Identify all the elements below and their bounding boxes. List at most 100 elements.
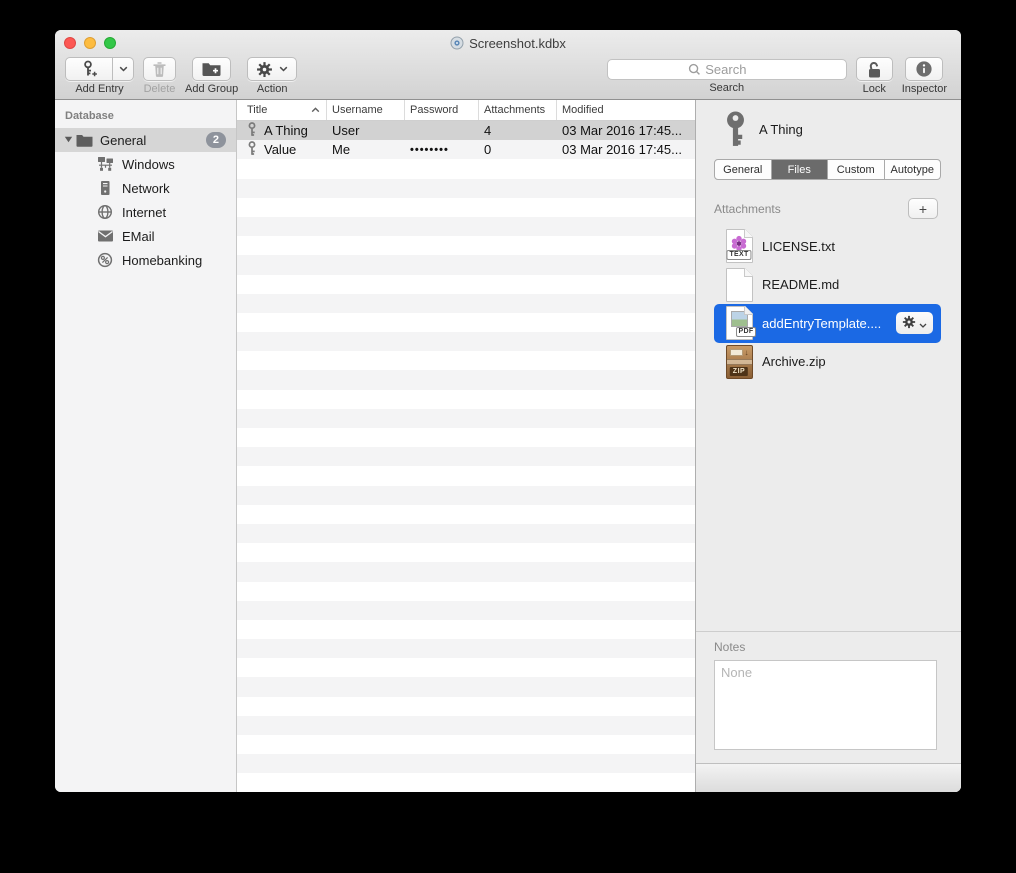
sidebar: Database General2 Windows NetworkInternet E…	[55, 100, 237, 792]
text-file-icon: TEXT	[726, 229, 753, 263]
table-row-empty	[237, 390, 695, 409]
action-button[interactable]	[247, 57, 297, 81]
chevron-down-icon	[279, 66, 288, 72]
lock-open-icon	[865, 60, 884, 79]
table-row-empty	[237, 697, 695, 716]
folder-plus-icon	[201, 61, 222, 77]
disclosure-triangle-icon[interactable]	[64, 135, 74, 145]
titlebar[interactable]: Screenshot.kdbx	[55, 30, 961, 56]
table-row-value[interactable]: ValueMe••••••••003 Mar 2016 17:45...	[237, 140, 695, 159]
table-row-empty	[237, 620, 695, 639]
table-row-empty	[237, 294, 695, 313]
gear-icon	[256, 61, 273, 78]
sidebar-item-network[interactable]: Network	[55, 176, 236, 200]
add-group-button[interactable]	[192, 57, 231, 81]
cell-attachments: 0	[479, 142, 557, 157]
sidebar-item-windows[interactable]: Windows	[55, 152, 236, 176]
add-entry-label: Add Entry	[75, 83, 123, 95]
cell-title: A Thing	[264, 123, 308, 138]
table-row-empty	[237, 716, 695, 735]
add-attachment-button[interactable]: +	[908, 198, 938, 219]
search-field[interactable]	[607, 59, 847, 80]
app-window: Screenshot.kdbx Add Entry	[55, 30, 961, 792]
cell-modified: 03 Mar 2016 17:45...	[557, 142, 695, 157]
attachment-item-archive-zip[interactable]: ↓ZIPArchive.zip	[714, 343, 941, 382]
sidebar-item-internet[interactable]: Internet	[55, 200, 236, 224]
inspector-panel: A Thing GeneralFilesCustomAutotype Attac…	[696, 100, 961, 792]
table-row-empty	[237, 486, 695, 505]
attachment-item-addentrytemplate-[interactable]: PDF addEntryTemplate....	[714, 304, 941, 343]
table-row-empty	[237, 639, 695, 658]
pdf-file-icon: PDF	[726, 306, 753, 340]
tab-general[interactable]: General	[715, 160, 772, 179]
table-row-empty	[237, 428, 695, 447]
table-row-empty	[237, 754, 695, 773]
sidebar-item-label: Homebanking	[122, 253, 202, 268]
column-header-title[interactable]: Title	[237, 100, 327, 120]
lock-item: Lock	[856, 57, 893, 95]
table-row-empty	[237, 351, 695, 370]
table-row-empty	[237, 370, 695, 389]
table-row-empty	[237, 543, 695, 562]
table-row-empty	[237, 582, 695, 601]
lock-button[interactable]	[856, 57, 893, 81]
tab-files[interactable]: Files	[772, 160, 829, 179]
table-row-a-thing[interactable]: A ThingUser403 Mar 2016 17:45...	[237, 121, 695, 140]
attachment-name: addEntryTemplate....	[762, 316, 881, 331]
folder-icon	[74, 134, 94, 147]
sidebar-item-email[interactable]: EMail	[55, 224, 236, 248]
window-chrome: Screenshot.kdbx Add Entry	[55, 30, 961, 100]
attachments-header: Attachments +	[714, 198, 938, 219]
table-row-empty	[237, 159, 695, 178]
inspector-button[interactable]	[905, 57, 943, 81]
tab-custom[interactable]: Custom	[828, 160, 885, 179]
attachment-list: TEXTLICENSE.txt README.md PDF addEntryTempl…	[714, 227, 941, 381]
chevron-down-icon	[119, 66, 128, 72]
inspector-label: Inspector	[902, 83, 947, 95]
tab-autotype[interactable]: Autotype	[885, 160, 941, 179]
attachment-name: README.md	[762, 277, 839, 292]
sidebar-section-header: Database	[55, 108, 236, 128]
table-row-empty	[237, 236, 695, 255]
attachment-action-button[interactable]	[896, 312, 933, 334]
notes-section: Notes	[696, 631, 961, 755]
table-row-empty	[237, 601, 695, 620]
column-header-username[interactable]: Username	[327, 100, 405, 120]
cell-username: User	[327, 123, 405, 138]
sort-asc-icon	[311, 104, 320, 116]
add-entry-button[interactable]	[65, 57, 113, 81]
delete-label: Delete	[144, 83, 176, 95]
table-header: TitleUsernamePasswordAttachmentsModified	[237, 100, 695, 121]
add-entry-dropdown-button[interactable]	[113, 57, 134, 81]
search-input[interactable]	[705, 62, 765, 77]
sidebar-item-label: Windows	[122, 157, 175, 172]
percent-icon	[95, 252, 115, 268]
table-row-empty	[237, 505, 695, 524]
sidebar-item-general[interactable]: General2	[55, 128, 236, 152]
table-row-empty	[237, 275, 695, 294]
cell-password: ••••••••	[405, 144, 479, 156]
attachment-item-license-txt[interactable]: TEXTLICENSE.txt	[714, 227, 941, 266]
envelope-icon	[95, 229, 115, 243]
globe-icon	[95, 204, 115, 220]
document-file-icon	[726, 268, 753, 302]
column-header-password[interactable]: Password	[405, 100, 479, 120]
key-icon	[723, 110, 748, 148]
delete-button[interactable]	[143, 57, 176, 81]
attachment-item-readme-md[interactable]: README.md	[714, 266, 941, 305]
sidebar-item-homebanking[interactable]: Homebanking	[55, 248, 236, 272]
table-row-empty	[237, 313, 695, 332]
sidebar-item-label: EMail	[122, 229, 155, 244]
key-plus-icon	[81, 60, 98, 78]
zip-file-icon: ↓ZIP	[726, 345, 753, 379]
search-icon	[688, 63, 701, 76]
notes-input[interactable]	[714, 660, 937, 750]
column-header-modified[interactable]: Modified	[557, 100, 695, 120]
column-header-attachments[interactable]: Attachments	[479, 100, 557, 120]
document-proxy-icon	[450, 36, 464, 50]
table-row-empty	[237, 562, 695, 581]
server-icon	[95, 180, 115, 196]
content-area: Database General2 Windows NetworkInternet E…	[55, 100, 961, 792]
table-row-empty	[237, 524, 695, 543]
search-item: Search	[607, 59, 847, 94]
